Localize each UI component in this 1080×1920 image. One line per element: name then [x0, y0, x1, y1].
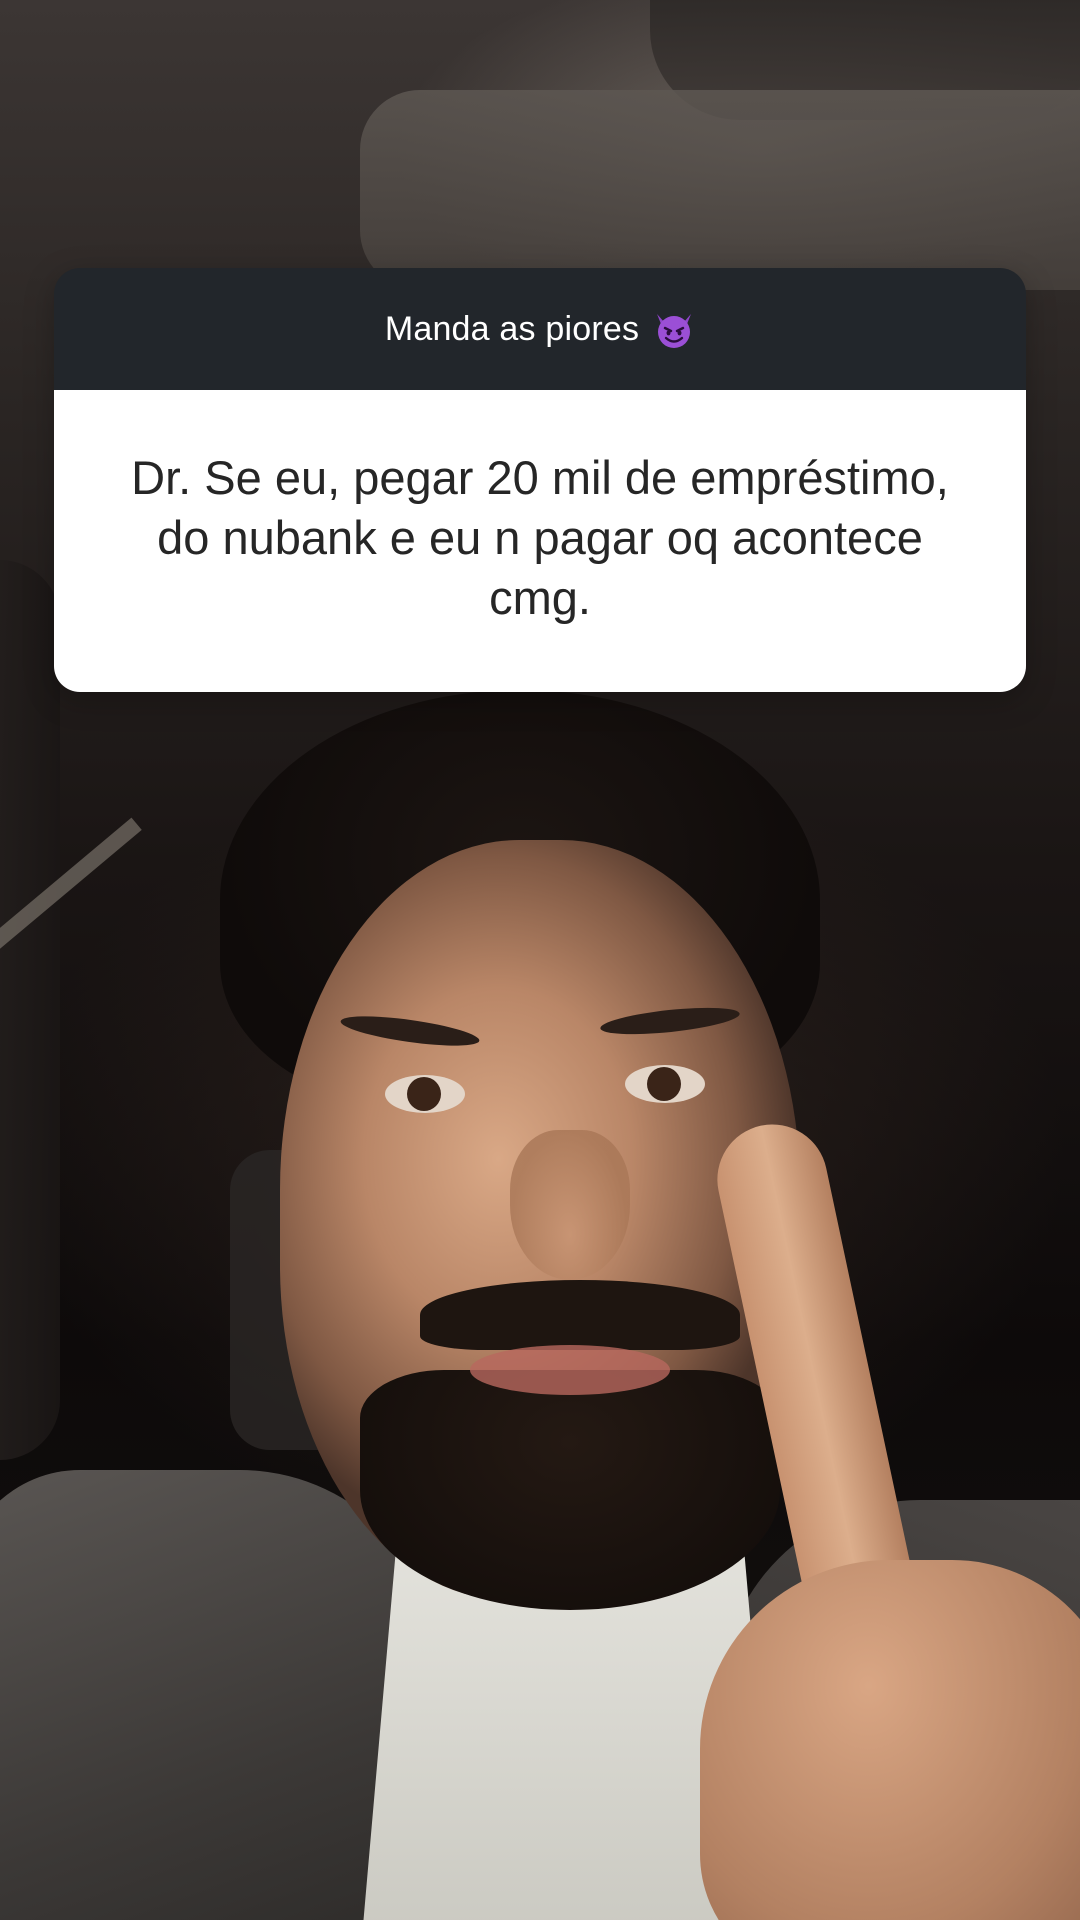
mustache — [420, 1280, 740, 1350]
car-pillar — [0, 560, 60, 1460]
right-eye — [625, 1065, 705, 1103]
question-sticker-header: Manda as piores — [54, 268, 1026, 390]
smiling-devil-emoji-icon — [653, 308, 695, 350]
car-headliner — [360, 90, 1080, 290]
left-eye — [385, 1075, 465, 1113]
story-screen: Manda as piores Dr. Se eu, pegar 20 mil … — [0, 0, 1080, 1920]
question-sticker: Manda as piores Dr. Se eu, pegar 20 mil … — [54, 268, 1026, 692]
question-prompt: Manda as piores — [384, 309, 640, 348]
hand — [700, 1560, 1080, 1920]
question-answer-text: Dr. Se eu, pegar 20 mil de empréstimo, d… — [131, 451, 949, 624]
nose — [510, 1130, 630, 1280]
question-sticker-body: Dr. Se eu, pegar 20 mil de empréstimo, d… — [54, 390, 1026, 692]
lips — [470, 1345, 670, 1395]
beard — [360, 1370, 780, 1610]
